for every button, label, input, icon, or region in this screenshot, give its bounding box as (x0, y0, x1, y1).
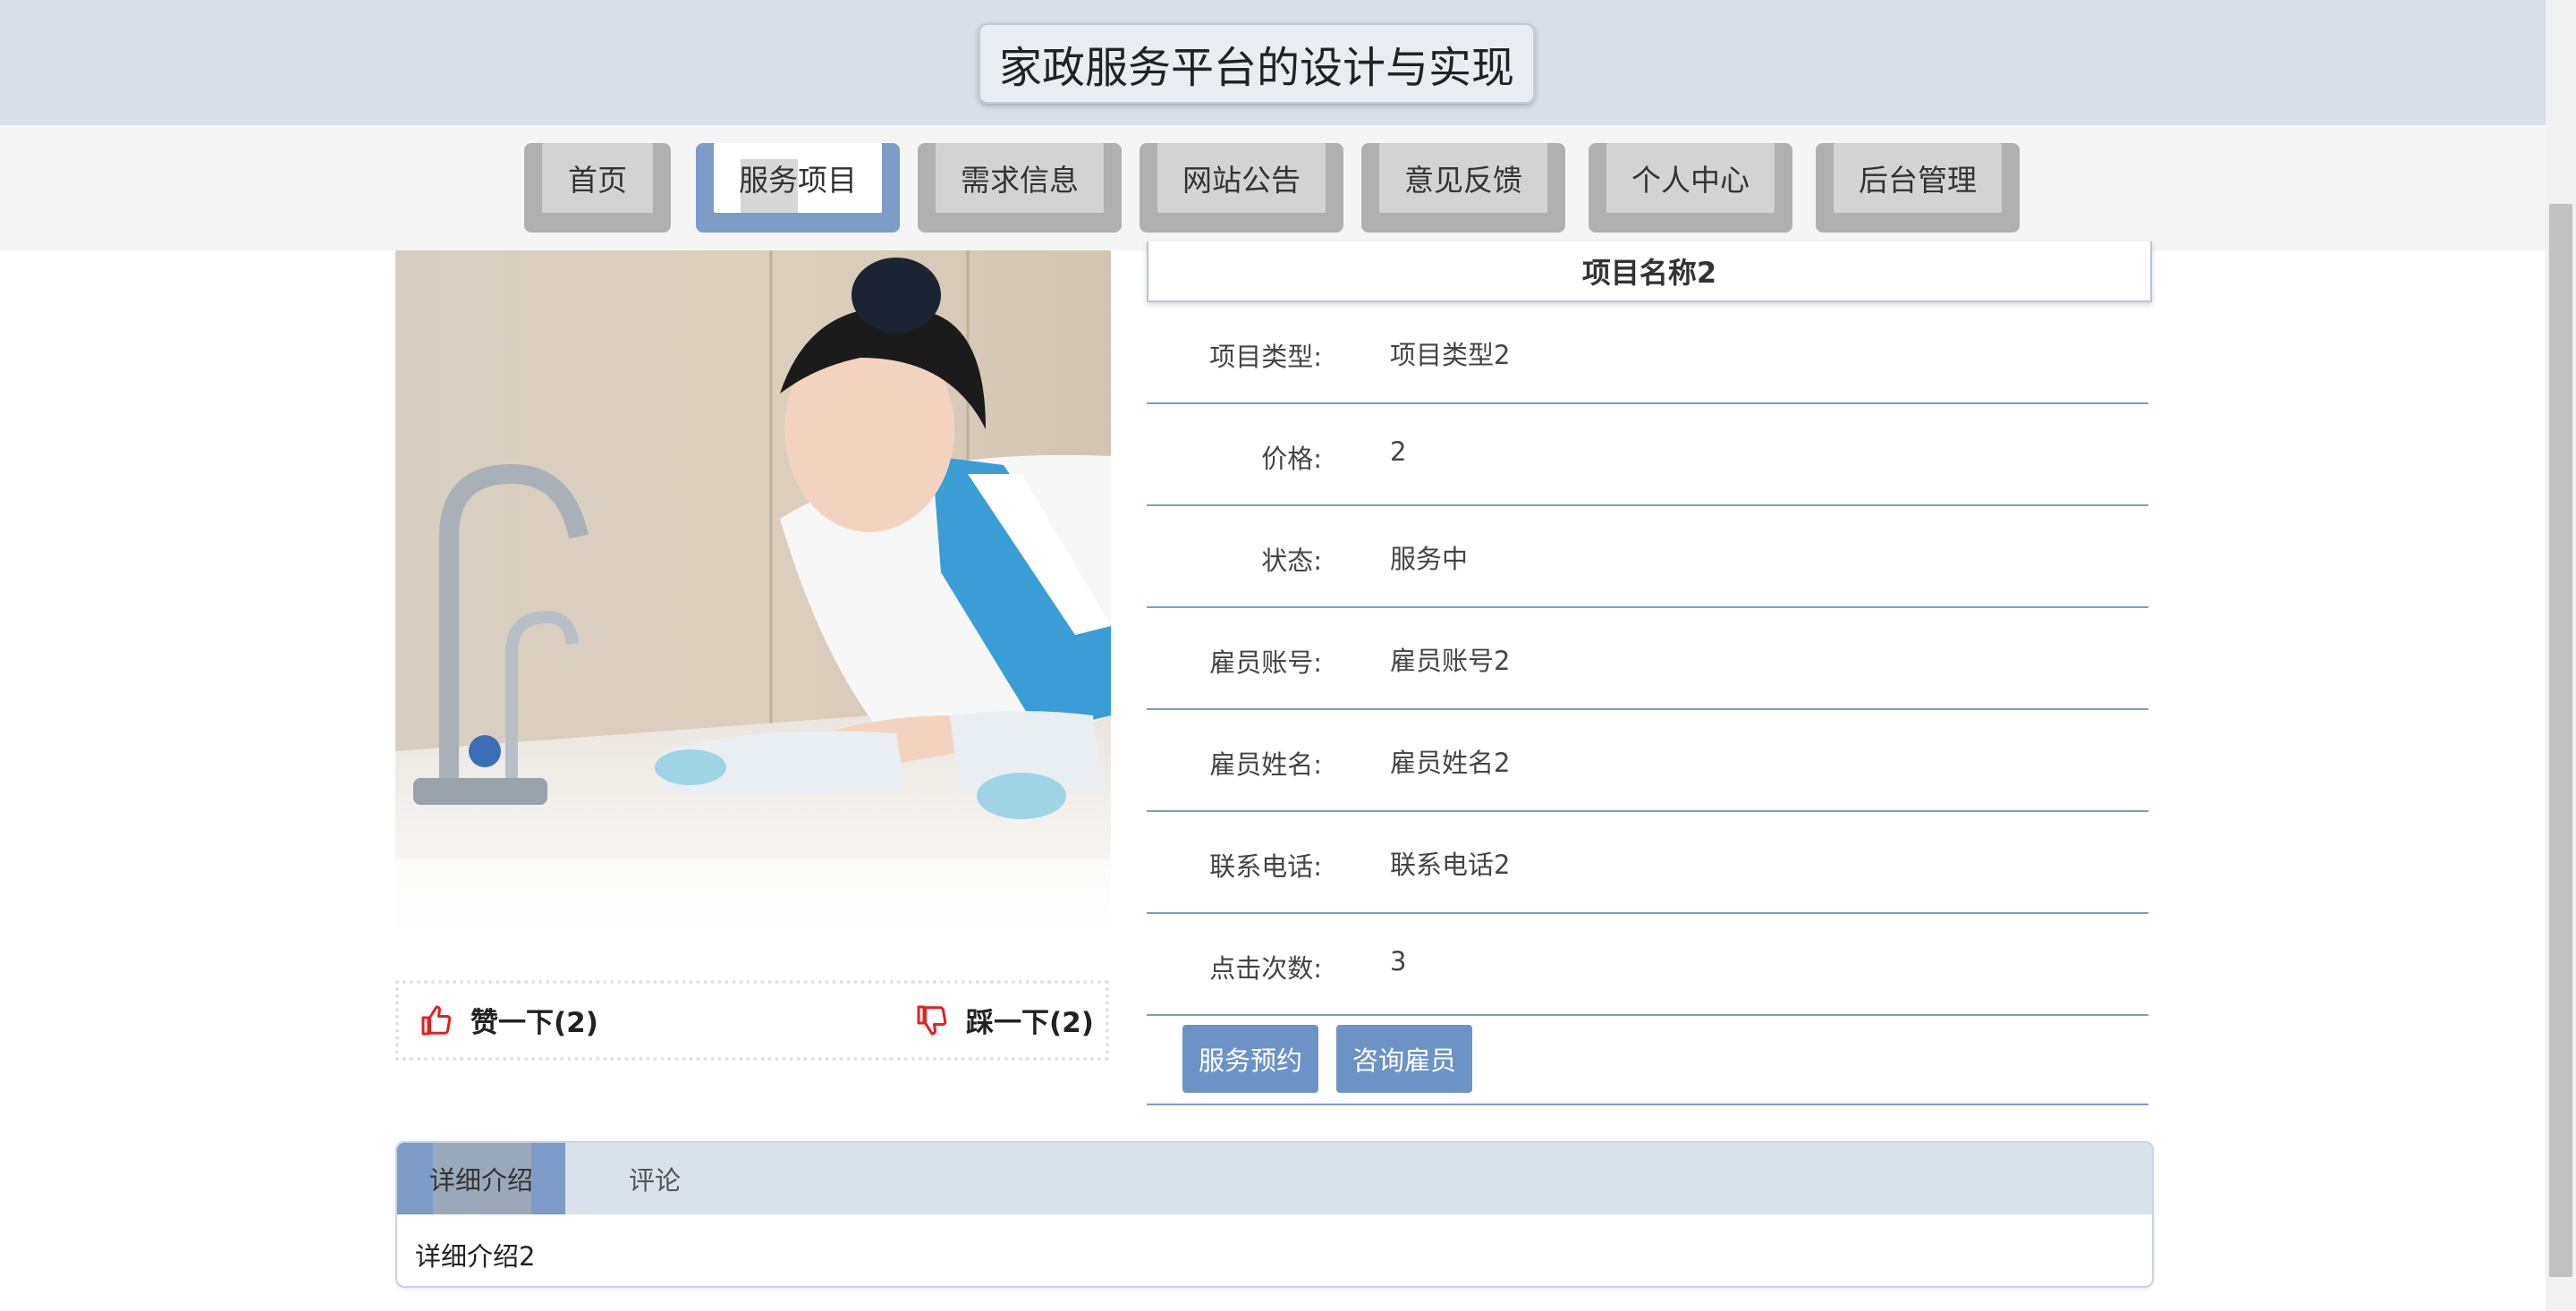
like-button[interactable]: 赞一下(2) (420, 1000, 598, 1040)
dislike-label: 踩一下(2) (966, 1007, 1094, 1039)
detail-row-employee-account: 雇员账号: 雇员账号2 (1147, 606, 2148, 710)
nav-profile[interactable]: 个人中心 (1589, 143, 1792, 233)
field-value: 联系电话2 (1390, 850, 1511, 880)
nav-label: 个人中心 (1631, 163, 1750, 198)
field-label: 价格: (1261, 444, 1322, 474)
field-label: 项目类型: (1209, 342, 1322, 372)
detail-row-price: 价格: 2 (1147, 402, 2148, 506)
field-value: 3 (1390, 946, 1407, 977)
field-label: 雇员姓名: (1209, 749, 1322, 780)
detail-row-type: 项目类型: 项目类型2 (1147, 300, 2148, 404)
tab-bar: 详细介绍 评论 (397, 1143, 2152, 1214)
like-label: 赞一下(2) (470, 1007, 598, 1039)
field-label: 联系电话: (1209, 851, 1322, 882)
field-value: 雇员姓名2 (1390, 748, 1511, 778)
thumbs-up-icon (421, 1005, 452, 1035)
detail-row-status: 状态: 服务中 (1147, 504, 2148, 608)
item-name: 项目名称2 (1147, 241, 2152, 302)
nav-label: 服务项目 (739, 163, 857, 198)
nav-label: 后台管理 (1859, 163, 1977, 198)
field-value: 项目类型2 (1390, 340, 1511, 370)
tab-label: 详细介绍 (428, 1165, 533, 1196)
tab-content: 详细介绍2 (415, 1241, 536, 1272)
main-nav: 首页 服务项目 需求信息 网站公告 意见反馈 个人中心 后台管理 (0, 125, 2546, 250)
field-value: 2 (1390, 436, 1407, 467)
nav-services[interactable]: 服务项目 (696, 143, 900, 233)
nav-feedback[interactable]: 意见反馈 (1361, 143, 1565, 233)
page-scrollbar[interactable] (2546, 0, 2576, 1311)
nav-label: 网站公告 (1182, 163, 1301, 198)
nav-admin[interactable]: 后台管理 (1816, 143, 2020, 233)
detail-row-phone: 联系电话: 联系电话2 (1147, 810, 2148, 914)
detail-row-employee-name: 雇员姓名: 雇员姓名2 (1147, 708, 2148, 812)
tab-label: 评论 (628, 1165, 681, 1196)
site-title: 家政服务平台的设计与实现 (979, 23, 1535, 104)
tab-comments[interactable]: 评论 (565, 1143, 744, 1214)
nav-notice[interactable]: 网站公告 (1140, 143, 1343, 233)
field-label: 雇员账号: (1209, 647, 1322, 678)
field-value: 服务中 (1390, 544, 1469, 574)
service-photo (395, 250, 1111, 942)
nav-demand[interactable]: 需求信息 (918, 143, 1122, 233)
detail-row-clicks: 点击次数: 3 (1147, 912, 2148, 1016)
consult-employee-button[interactable]: 咨询雇员 (1336, 1025, 1472, 1093)
book-service-button[interactable]: 服务预约 (1182, 1025, 1318, 1093)
site-header: 家政服务平台的设计与实现 (0, 0, 2546, 125)
dislike-button[interactable]: 踩一下(2) (916, 1000, 1094, 1040)
nav-label: 首页 (568, 163, 627, 198)
field-value: 雇员账号2 (1390, 646, 1511, 676)
field-label: 点击次数: (1209, 953, 1322, 984)
thumbs-down-icon (917, 1005, 947, 1035)
action-bar: 服务预约 咨询雇员 (1147, 1014, 2148, 1105)
nav-label: 需求信息 (961, 163, 1079, 198)
nav-home[interactable]: 首页 (524, 143, 671, 233)
scrollbar-thumb[interactable] (2549, 204, 2572, 1277)
vote-box: 赞一下(2) 踩一下(2) (395, 980, 1109, 1061)
field-label: 状态: (1261, 546, 1322, 576)
nav-label: 意见反馈 (1404, 163, 1522, 198)
detail-tabs: 详细介绍 评论 详细介绍2 (395, 1141, 2154, 1288)
tab-details[interactable]: 详细介绍 (397, 1143, 565, 1214)
